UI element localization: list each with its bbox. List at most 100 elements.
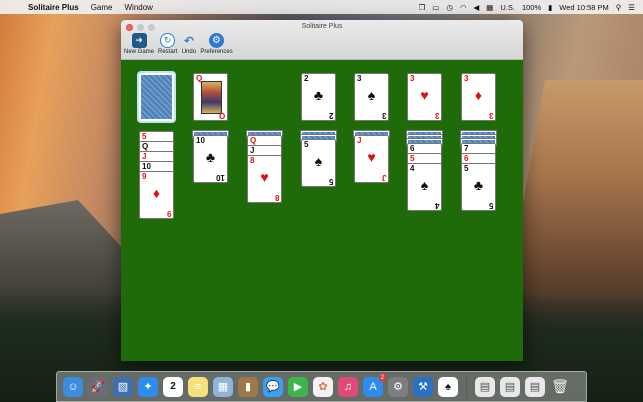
foundation-pile-4[interactable]: 3 ♦ 3 <box>461 73 496 121</box>
menu-window[interactable]: Window <box>118 3 158 12</box>
stock-pile[interactable] <box>137 71 176 123</box>
card-rank-bottom: 3 <box>488 111 493 120</box>
battery-icon[interactable]: ▮ <box>548 3 552 12</box>
card-rank: 2 <box>304 74 309 83</box>
card-rank-bottom: 3 <box>381 111 386 120</box>
waste-rank-bottom: Q <box>218 111 225 120</box>
card-suit: ♦ <box>474 87 483 103</box>
photo-icon[interactable]: ▦ <box>213 376 233 397</box>
undo-button[interactable]: ↶ Undo <box>181 33 197 56</box>
card-rank: J <box>250 146 255 155</box>
messages-icon[interactable]: 💬 <box>263 376 283 397</box>
card-suit: ♥ <box>420 87 429 103</box>
notification-center-icon[interactable]: ☰ <box>628 3 635 12</box>
downloads-stack-icon[interactable]: ▤ <box>525 376 545 397</box>
card-rank-bottom: 8 <box>274 193 279 202</box>
card-rank: 6 <box>464 154 469 163</box>
launchpad-icon[interactable]: 🚀 <box>88 376 108 397</box>
queen-art <box>201 81 222 114</box>
dock-separator <box>466 375 467 398</box>
tableau-card-5-1[interactable]: J ♥ J <box>354 135 389 183</box>
solitaire-icon[interactable]: ♠ <box>438 376 458 397</box>
menu-bar: Solitaire Plus Game Window ❐ ▭ ◷ ◠ ◀ ▦ U… <box>0 0 643 14</box>
facetime-icon[interactable]: ▶ <box>288 376 308 397</box>
card-rank: 10 <box>142 162 151 171</box>
undo-label: Undo <box>181 49 197 55</box>
foundation-pile-1[interactable]: 2 ♣ 2 <box>301 73 336 121</box>
notes-icon[interactable]: ≡ <box>188 376 208 397</box>
card-suit: ♠ <box>420 177 429 193</box>
safari-icon[interactable]: ✦ <box>138 376 158 397</box>
input-source-label[interactable]: U.S. <box>500 3 515 12</box>
card-rank-bottom: 5 <box>328 177 333 186</box>
xcode-icon[interactable]: ⚒ <box>413 376 433 397</box>
tableau-card-7-3[interactable]: 5 ♣ 5 <box>461 163 496 211</box>
dropbox-icon[interactable]: ❐ <box>419 3 426 12</box>
card-rank: 3 <box>464 74 469 83</box>
tableau-card-6-3[interactable]: 4 ♠ 4 <box>407 163 442 211</box>
card-suit: ♠ <box>367 87 376 103</box>
menu-game[interactable]: Game <box>85 3 119 12</box>
foundation-pile-2[interactable]: 3 ♠ 3 <box>354 73 389 121</box>
trash-icon[interactable]: 🗑 <box>550 377 570 397</box>
card-rank-bottom: J <box>381 173 386 182</box>
waste-pile[interactable]: Q Q <box>193 73 228 121</box>
menu-app-name[interactable]: Solitaire Plus <box>22 3 85 12</box>
card-suit: ♦ <box>152 185 161 201</box>
foundation-pile-3[interactable]: 3 ♥ 3 <box>407 73 442 121</box>
card-rank: J <box>357 136 362 145</box>
card-suit: ♣ <box>313 87 324 103</box>
preferences-button[interactable]: ⚙ Preferences <box>200 33 233 55</box>
app-store-icon[interactable]: A2 <box>363 373 386 397</box>
card-rank: 5 <box>464 164 469 173</box>
restart-button[interactable]: ↻ Restart <box>158 33 177 55</box>
document-stack-icon[interactable]: ▤ <box>475 376 495 397</box>
clock-label[interactable]: Wed 10:58 PM <box>559 3 608 12</box>
card-suit: ♠ <box>314 153 323 169</box>
card-rank-bottom: 9 <box>166 209 171 218</box>
battery-label[interactable]: 100% <box>522 3 541 12</box>
status-area: ❐ ▭ ◷ ◠ ◀ ▦ U.S. 100% ▮ Wed 10:58 PM ⚲ ☰ <box>419 3 643 12</box>
card-rank-bottom: 10 <box>216 173 225 182</box>
new-game-button[interactable]: ➜ New Game <box>124 33 154 55</box>
title-bar: Solitaire Plus ➜ New Game ↻ Restart ↶ Un… <box>121 20 523 60</box>
toolbar: ➜ New Game ↻ Restart ↶ Undo ⚙ Preference… <box>124 33 233 55</box>
card-rank: 9 <box>142 172 147 181</box>
window-title: Solitaire Plus <box>301 23 343 30</box>
card-suit: ♥ <box>260 169 269 185</box>
calendar-icon[interactable]: 2 <box>163 376 183 397</box>
preview-icon[interactable]: ▧ <box>113 376 133 397</box>
dock: ☺ 🚀 ▧ ✦ 2 ≡ ▦ ▮ 💬 ▶ ✿ ♫ A 2 ⚙ ⚒ ♠ ▤ ▤ ▤ 🗑 <box>56 371 587 402</box>
card-rank: 5 <box>304 140 309 149</box>
tableau-card-3-3[interactable]: 8 ♥ 8 <box>247 155 282 203</box>
card-rank: Q <box>250 136 257 145</box>
new-game-label: New Game <box>124 49 155 55</box>
restart-icon: ↻ <box>160 33 176 48</box>
system-preferences-icon[interactable]: ⚙ <box>388 376 408 397</box>
time-machine-icon[interactable]: ◷ <box>446 3 453 12</box>
solitaire-window: Solitaire Plus ➜ New Game ↻ Restart ↶ Un… <box>121 20 523 361</box>
display-icon[interactable]: ▭ <box>432 3 439 12</box>
wifi-icon[interactable]: ◠ <box>460 3 467 12</box>
card-rank: 5 <box>142 132 147 141</box>
game-table: Q Q 2♣23♠33♥33♦35♥5Q♠QJ♥J10♠109♦910♣10Q♥… <box>121 61 523 361</box>
card-rank-bottom: 3 <box>434 111 439 120</box>
card-rank: 8 <box>250 156 255 165</box>
restart-label: Restart <box>158 49 178 55</box>
tableau-card-2-1[interactable]: 10 ♣ 10 <box>193 135 228 183</box>
screenshot-stack-icon[interactable]: ▤ <box>500 376 520 397</box>
card-rank: 3 <box>357 74 362 83</box>
photos-icon[interactable]: ✿ <box>313 376 333 397</box>
card-rank: J <box>142 152 147 161</box>
card-rank-bottom: 2 <box>328 111 333 120</box>
itunes-icon[interactable]: ♫ <box>338 376 358 397</box>
tableau-card-4-1[interactable]: 5 ♠ 5 <box>301 139 336 187</box>
card-rank-bottom: 4 <box>434 201 439 210</box>
finder-icon[interactable]: ☺ <box>63 376 83 397</box>
tableau-card-1-5[interactable]: 9 ♦ 9 <box>139 171 174 219</box>
volume-icon[interactable]: ◀ <box>473 3 479 12</box>
contacts-icon[interactable]: ▮ <box>238 376 258 397</box>
spotlight-icon[interactable]: ⚲ <box>616 3 622 12</box>
flag-icon[interactable]: ▦ <box>486 3 493 12</box>
gear-icon: ⚙ <box>209 33 225 48</box>
